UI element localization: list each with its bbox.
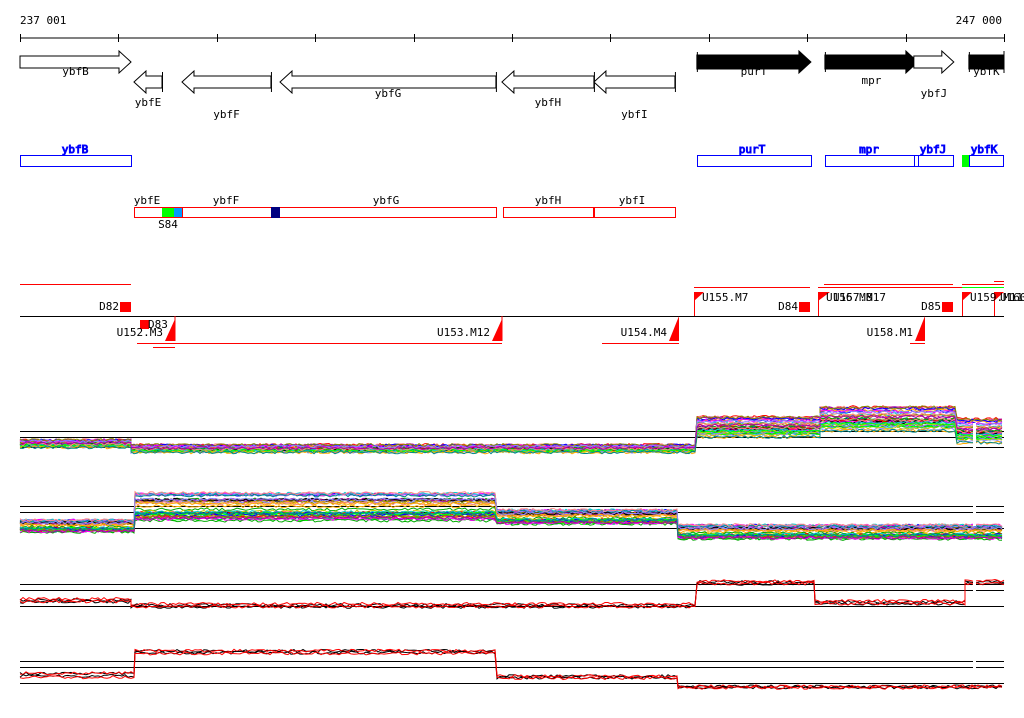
track-gap <box>973 576 976 604</box>
operon-label: mpr <box>859 143 879 156</box>
ruler-end-label: 247 000 <box>956 14 1002 27</box>
transcription-unit-track: D82 U155.M7 D84 U156.M8 U157.M17 D85 U15… <box>20 281 1024 348</box>
operon-label: ybfF <box>213 194 240 207</box>
operon-label: ybfE <box>134 194 161 207</box>
gene-label: purT <box>741 65 768 78</box>
operon-box[interactable] <box>697 155 812 167</box>
gene-label: mpr <box>861 74 881 87</box>
gene-label: ybfK <box>973 65 1000 78</box>
tu-label: D82 <box>99 300 119 313</box>
operon-label: ybfI <box>619 194 646 207</box>
track-gap <box>973 423 976 451</box>
tu-label: U153.M12 <box>437 326 490 339</box>
expression-track-1 <box>19 405 1004 455</box>
operon-label: ybfB <box>62 143 89 156</box>
operon-box[interactable] <box>20 155 132 167</box>
gene-arrow-ybfI[interactable] <box>593 69 676 95</box>
expression-track-4 <box>19 648 1004 690</box>
site-marker <box>174 208 182 217</box>
operon-box[interactable] <box>134 207 497 218</box>
operon-box[interactable] <box>503 207 676 218</box>
site-marker <box>962 155 969 167</box>
site-label: S84 <box>158 218 178 231</box>
gene-label: ybfJ <box>921 87 948 100</box>
operon-label: purT <box>739 143 766 156</box>
reverse-operon-track: ybfE ybfF ybfG ybfH ybfI S84 <box>134 194 676 231</box>
genome-browser-canvas: 237 001 247 000 ybfB ybfE ybfF ybfG ybfH ybfI… <box>19 14 1024 690</box>
expression-series <box>19 578 1005 606</box>
gene-arrow-ybfE[interactable] <box>133 69 163 95</box>
expression-series <box>19 648 1003 689</box>
track-gap <box>973 653 976 681</box>
forward-operon-track: ybfB purT mpr ybfJ ybfK <box>20 143 1004 167</box>
expression-tracks <box>19 405 1005 690</box>
tu-label: U157.M17 <box>833 291 886 304</box>
operon-label: ybfG <box>373 194 400 207</box>
operon-label: ybfK <box>971 143 998 156</box>
track-gap <box>973 498 976 526</box>
tu-label: U152.M3 <box>117 326 163 339</box>
gene-arrow-ybfH[interactable] <box>501 69 595 95</box>
gene-label: ybfB <box>62 65 89 78</box>
site-marker <box>162 208 174 217</box>
expression-series <box>19 581 1005 609</box>
gene-label: ybfH <box>535 96 562 109</box>
tu-label: U158.M1 <box>867 326 913 339</box>
tu-label: U160 <box>1000 291 1024 304</box>
expression-track-3 <box>19 576 1005 609</box>
gene-track: ybfB ybfE ybfF ybfG ybfH ybfI purT mpr ybfJ ybfK <box>19 49 1005 121</box>
coordinate-ruler: 237 001 247 000 <box>20 14 1005 42</box>
gene-arrow-ybfJ[interactable] <box>913 49 955 75</box>
tu-label: D85 <box>921 300 941 313</box>
operon-box[interactable] <box>825 155 954 167</box>
gene-label: ybfF <box>213 108 240 121</box>
operon-label: ybfH <box>535 194 562 207</box>
gene-arrow-ybfF[interactable] <box>181 69 272 95</box>
expression-series <box>19 648 1003 689</box>
site-marker <box>271 207 280 218</box>
gene-label: ybfI <box>621 108 648 121</box>
ruler-start-label: 237 001 <box>20 14 66 27</box>
tu-label: D84 <box>778 300 798 313</box>
gene-label: ybfG <box>375 87 402 100</box>
tu-label: U154.M4 <box>621 326 668 339</box>
gene-label: ybfE <box>135 96 162 109</box>
operon-box[interactable] <box>969 155 1004 167</box>
tu-label: U155.M7 <box>702 291 748 304</box>
expression-track-2 <box>19 490 1004 541</box>
gene-arrow-mpr[interactable] <box>824 49 919 75</box>
operon-label: ybfJ <box>920 143 947 156</box>
